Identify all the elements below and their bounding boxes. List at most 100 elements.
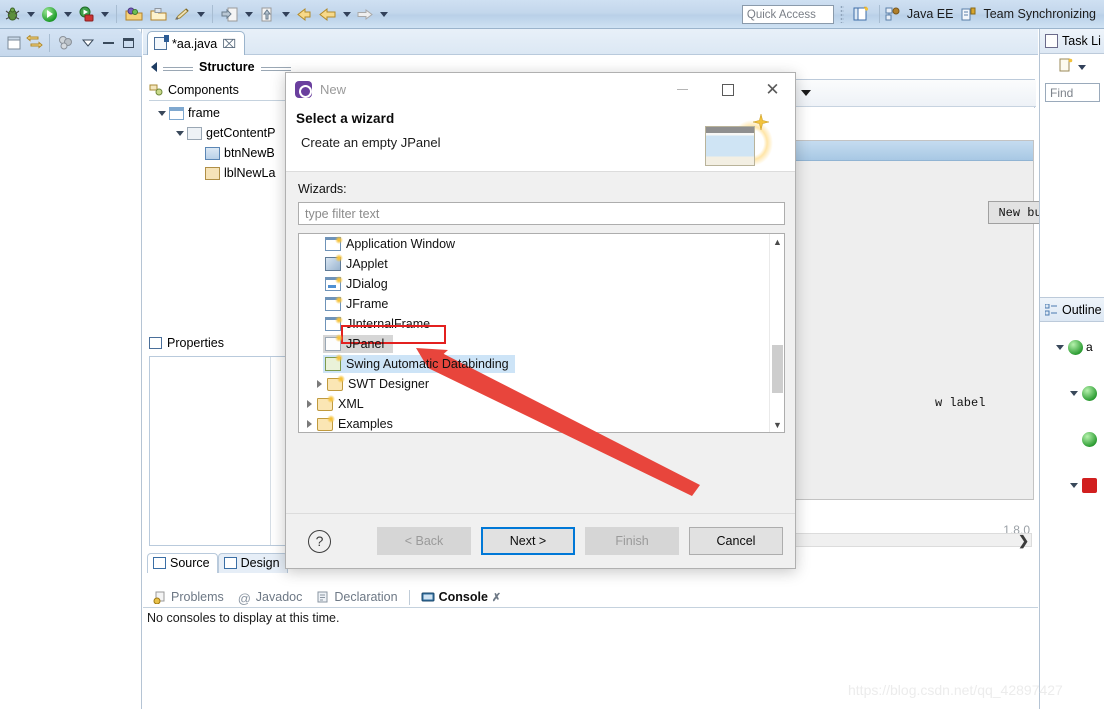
synchronize-icon[interactable] [24, 33, 44, 53]
view-menu-icon[interactable] [78, 33, 98, 53]
quick-access-input[interactable]: Quick Access [741, 4, 834, 24]
finish-button[interactable]: Finish [585, 527, 679, 555]
tab-design[interactable]: Design [217, 553, 288, 573]
debug-dropdown-arrow[interactable] [24, 3, 37, 25]
close-icon[interactable]: ✗ [492, 591, 501, 604]
class-icon [1068, 339, 1083, 355]
chevron-right-icon[interactable] [311, 380, 327, 388]
chevron-down-icon[interactable] [155, 111, 169, 116]
minimize-button[interactable] [660, 73, 705, 106]
filter-icon[interactable] [55, 33, 75, 53]
tab-problems[interactable]: Problems [147, 588, 230, 606]
wizard-item-jframe[interactable]: JFrame [299, 294, 784, 314]
new-java-dropdown-arrow[interactable] [194, 3, 207, 25]
close-button[interactable]: ✕ [750, 73, 795, 106]
chevron-down-icon[interactable] [1066, 391, 1082, 396]
tab-source[interactable]: Source [147, 553, 218, 573]
dialog-body: Wizards: type filter text Application Wi… [286, 172, 795, 433]
maximize-button[interactable] [705, 73, 750, 106]
wizard-item-jpanel[interactable]: JPanel [299, 334, 784, 354]
chevron-down-icon[interactable] [1066, 483, 1082, 488]
help-button[interactable]: ? [308, 529, 331, 553]
outline-row[interactable] [1040, 370, 1104, 416]
minimize-view-icon[interactable] [98, 33, 118, 53]
chevron-down-icon[interactable] [173, 131, 187, 136]
run-dropdown-arrow[interactable] [61, 3, 74, 25]
wizard-group-swt-designer[interactable]: SWT Designer [299, 374, 784, 394]
perspective-java-ee[interactable]: Java EE [885, 7, 953, 22]
wizard-item-jdialog[interactable]: JDialog [299, 274, 784, 294]
filter-input[interactable]: type filter text [298, 202, 785, 225]
close-icon[interactable]: ⌧ [222, 37, 236, 51]
outline-row[interactable] [1040, 462, 1104, 508]
chevron-down-icon[interactable] [1078, 64, 1086, 70]
tree-row[interactable]: btnNewB [149, 143, 287, 163]
scroll-right-icon[interactable]: ❯ [1018, 533, 1029, 549]
wizard-group-examples[interactable]: Examples [299, 414, 784, 432]
field-icon [1082, 477, 1097, 493]
outline-row[interactable]: a [1040, 324, 1104, 370]
task-list-title: Task Li [1062, 34, 1101, 48]
prev-dropdown-arrow[interactable] [340, 3, 353, 25]
wizard-item-application-window[interactable]: Application Window [299, 234, 784, 254]
export-icon[interactable] [255, 3, 279, 25]
collapse-structure-icon[interactable] [151, 62, 157, 72]
coverage-icon[interactable] [74, 3, 98, 25]
wizard-list-scrollbar[interactable]: ▲ ▼ [769, 234, 784, 432]
editor-tab-aa-java[interactable]: *aa.java ⌧ [147, 31, 246, 55]
wizard-item-label: JInternalFrame [346, 317, 431, 331]
back-icon[interactable] [292, 3, 316, 25]
export-dropdown-arrow[interactable] [279, 3, 292, 25]
wizard-tree[interactable]: Application Window JApplet JDialog JFram… [298, 233, 785, 433]
tab-declaration[interactable]: Declaration [310, 588, 403, 606]
components-label: Components [168, 82, 239, 97]
scroll-up-icon[interactable]: ▲ [770, 234, 784, 249]
source-icon [153, 557, 166, 569]
task-list-header[interactable]: Task Li [1040, 29, 1104, 54]
wizard-group-xml[interactable]: XML [299, 394, 784, 414]
open-type-icon[interactable] [122, 3, 146, 25]
coverage-dropdown-arrow[interactable] [98, 3, 111, 25]
debug-icon[interactable] [0, 3, 24, 25]
task-find-input[interactable]: Find [1045, 83, 1100, 102]
new-task-icon[interactable] [1058, 58, 1074, 76]
toolbar-drag-handle[interactable] [839, 5, 844, 23]
cancel-button[interactable]: Cancel [689, 527, 783, 555]
wizard-list-scrollbar-thumb[interactable] [772, 345, 783, 393]
chevron-down-icon[interactable] [801, 90, 812, 96]
forward-icon[interactable] [353, 3, 377, 25]
jinternalframe-icon [325, 316, 343, 331]
wizard-item-swing-databinding[interactable]: Swing Automatic Databinding [299, 354, 784, 374]
open-resource-icon[interactable] [146, 3, 170, 25]
run-icon[interactable] [37, 3, 61, 25]
scroll-down-icon[interactable]: ▼ [770, 417, 784, 432]
design-new-label[interactable]: w label [935, 396, 985, 410]
perspective-team-sync-label: Team Synchronizing [983, 7, 1096, 21]
next-button[interactable]: Next > [481, 527, 575, 555]
import-dropdown-arrow[interactable] [242, 3, 255, 25]
tab-javadoc-label: Javadoc [255, 590, 303, 604]
back-button[interactable]: < Back [377, 527, 471, 555]
new-java-icon[interactable] [170, 3, 194, 25]
forward-dropdown-arrow[interactable] [377, 3, 390, 25]
left-panel-tab-icon[interactable] [4, 33, 24, 53]
perspective-team-sync[interactable]: Team Synchronizing [961, 7, 1096, 22]
tab-javadoc[interactable]: @ Javadoc [232, 588, 309, 606]
outline-icon [1044, 303, 1058, 316]
tree-row[interactable]: frame [149, 103, 287, 123]
tab-console[interactable]: Console ✗ [415, 588, 508, 606]
chevron-down-icon[interactable] [1052, 345, 1068, 350]
properties-table[interactable] [149, 356, 287, 546]
tree-row[interactable]: lblNewLa [149, 163, 287, 183]
wizard-item-japplet[interactable]: JApplet [299, 254, 784, 274]
tree-row[interactable]: getContentP [149, 123, 287, 143]
wizard-item-jinternalframe[interactable]: JInternalFrame [299, 314, 784, 334]
outline-header[interactable]: Outline [1040, 297, 1104, 322]
outline-row[interactable] [1040, 416, 1104, 462]
chevron-right-icon[interactable] [301, 420, 317, 428]
chevron-right-icon[interactable] [301, 400, 317, 408]
prev-icon[interactable] [316, 3, 340, 25]
import-icon[interactable] [218, 3, 242, 25]
maximize-view-icon[interactable] [118, 33, 138, 53]
open-perspective-icon[interactable] [850, 3, 874, 25]
